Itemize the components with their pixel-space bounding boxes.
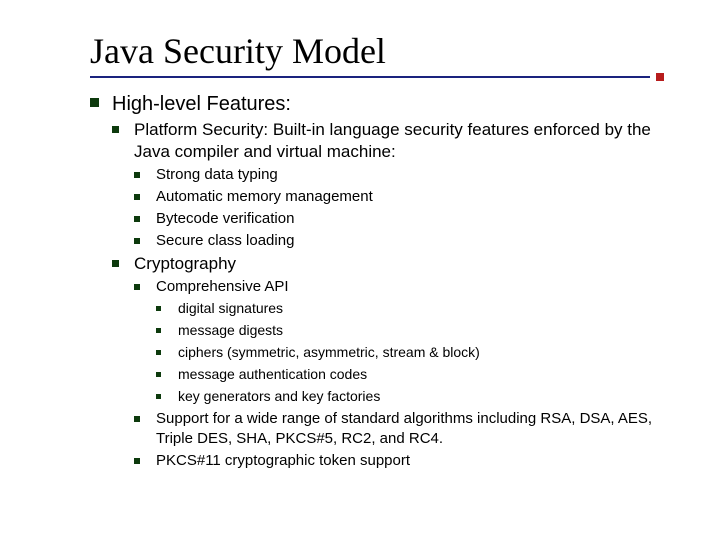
- item-text: message digests: [178, 322, 283, 338]
- bullet-icon: [134, 238, 140, 244]
- item-text: Bytecode verification: [156, 210, 294, 227]
- list-item: PKCS#11 cryptographic token support: [134, 451, 680, 471]
- item-text: Automatic memory management: [156, 188, 373, 205]
- item-text: Secure class loading: [156, 232, 294, 249]
- bullet-icon: [134, 458, 140, 464]
- slide-content: High-level Features: Platform Security: …: [90, 92, 680, 471]
- list-item: Strong data typing: [134, 165, 680, 185]
- bullet-icon: [134, 172, 140, 178]
- item-text: Comprehensive API: [156, 278, 289, 295]
- list-item: High-level Features: Platform Security: …: [90, 92, 680, 471]
- list-item: message digests: [156, 321, 680, 341]
- bullet-icon: [156, 328, 161, 333]
- list-item: key generators and key factories: [156, 387, 680, 407]
- bullet-icon: [156, 372, 161, 377]
- item-text: Cryptography: [134, 254, 236, 273]
- item-text: ciphers (symmetric, asymmetric, stream &…: [178, 344, 480, 360]
- bullet-icon: [156, 306, 161, 311]
- list-item: Platform Security: Built-in language sec…: [112, 119, 680, 251]
- list-item: Support for a wide range of standard alg…: [134, 409, 680, 449]
- slide: Java Security Model High-level Features:…: [0, 0, 720, 493]
- item-text: message authentication codes: [178, 366, 367, 382]
- list-item: Bytecode verification: [134, 209, 680, 229]
- list-item: ciphers (symmetric, asymmetric, stream &…: [156, 343, 680, 363]
- bullet-icon: [112, 260, 119, 267]
- slide-title: Java Security Model: [90, 30, 680, 72]
- list-item: Secure class loading: [134, 231, 680, 251]
- bullet-icon: [134, 216, 140, 222]
- bullet-icon: [156, 350, 161, 355]
- title-underline: [90, 76, 650, 78]
- item-text: Support for a wide range of standard alg…: [156, 410, 652, 447]
- list-item: digital signatures: [156, 299, 680, 319]
- list-item: message authentication codes: [156, 365, 680, 385]
- item-text: Platform Security: Built-in language sec…: [134, 120, 651, 161]
- list-item: Automatic memory management: [134, 187, 680, 207]
- bullet-icon: [90, 98, 99, 107]
- bullet-icon: [134, 416, 140, 422]
- bullet-icon: [156, 394, 161, 399]
- bullet-icon: [134, 284, 140, 290]
- item-text: key generators and key factories: [178, 388, 380, 404]
- item-text: Strong data typing: [156, 166, 278, 183]
- item-text: High-level Features:: [112, 93, 291, 115]
- item-text: PKCS#11 cryptographic token support: [156, 452, 410, 469]
- item-text: digital signatures: [178, 300, 283, 316]
- bullet-icon: [134, 194, 140, 200]
- bullet-icon: [112, 126, 119, 133]
- list-item: Comprehensive API digital signatures mes…: [134, 277, 680, 407]
- list-item: Cryptography Comprehensive API digital s…: [112, 253, 680, 471]
